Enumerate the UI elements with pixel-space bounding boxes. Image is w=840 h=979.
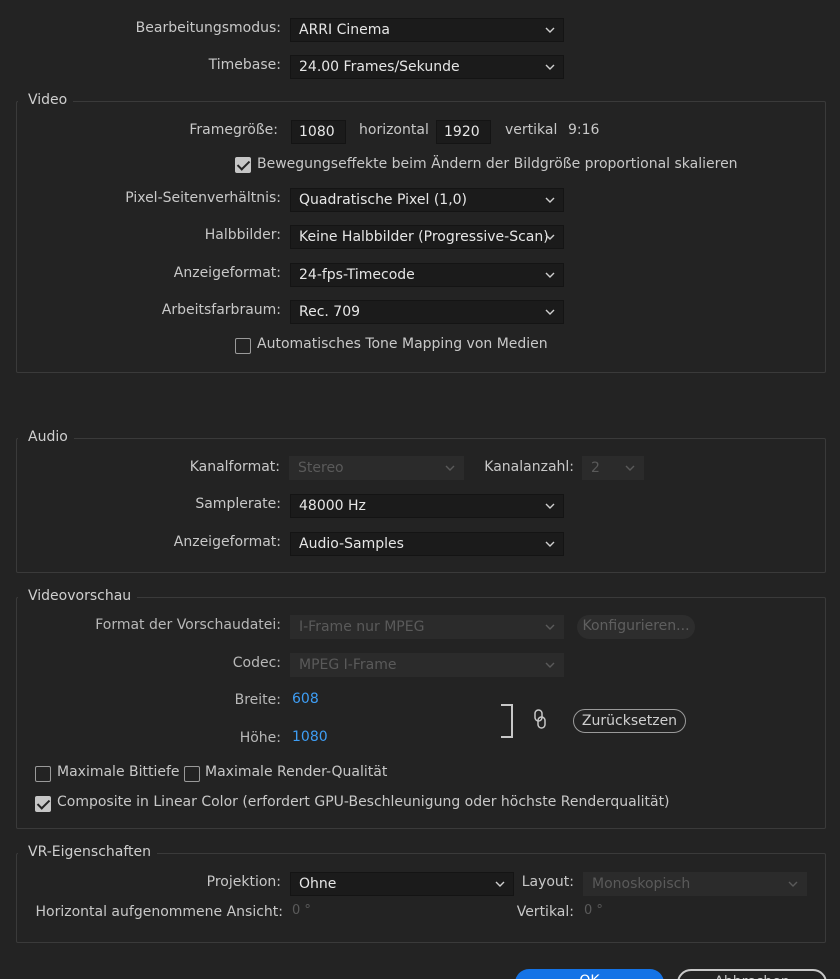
sample-rate-dropdown[interactable]: 48000 Hz: [290, 494, 564, 518]
edit-mode-value: ARRI Cinema: [299, 22, 390, 38]
chevron-down-icon: [545, 64, 555, 70]
frame-height-field[interactable]: 1920: [436, 120, 491, 144]
audio-display-format-value: Audio-Samples: [299, 536, 404, 552]
chevron-down-icon: [495, 881, 505, 887]
frame-width-field[interactable]: 1080: [291, 120, 346, 144]
chain-link-icon[interactable]: [532, 708, 548, 730]
sample-rate-label: Samplerate:: [195, 496, 281, 512]
layout-dropdown[interactable]: Monoskopisch: [583, 872, 807, 896]
max-bit-depth-label: Maximale Bittiefe: [57, 764, 180, 780]
codec-label: Codec:: [232, 655, 281, 671]
preview-width-label: Breite:: [234, 692, 281, 708]
channel-count-dropdown[interactable]: 2: [582, 456, 644, 480]
link-bracket-icon: [501, 704, 513, 738]
codec-dropdown[interactable]: MPEG I-Frame: [290, 653, 564, 677]
timebase-label: Timebase:: [208, 57, 281, 73]
frame-size-label: Framegröße:: [189, 122, 278, 138]
fields-dropdown[interactable]: Keine Halbbilder (Progressive-Scan): [290, 225, 564, 249]
timebase-value: 24.00 Frames/Sekunde: [299, 59, 460, 75]
max-render-quality-label: Maximale Render-Qualität: [205, 764, 388, 780]
layout-value: Monoskopisch: [592, 876, 691, 892]
chevron-down-icon: [545, 197, 555, 203]
display-format-value: 24-fps-Timecode: [299, 267, 415, 283]
tone-mapping-checkbox[interactable]: [235, 338, 251, 354]
color-space-value: Rec. 709: [299, 304, 361, 320]
channel-format-value: Stereo: [298, 460, 344, 476]
chevron-down-icon: [545, 309, 555, 315]
configure-button[interactable]: Konfigurieren...: [577, 615, 695, 639]
ok-button[interactable]: OK: [515, 969, 664, 979]
projection-value: Ohne: [299, 876, 337, 892]
preview-file-format-label: Format der Vorschaudatei:: [95, 617, 281, 633]
vr-group-title: VR-Eigenschaften: [18, 844, 157, 860]
vr-group: [16, 853, 826, 943]
preview-width-value[interactable]: 608: [292, 691, 319, 707]
preview-height-label: Höhe:: [239, 730, 281, 746]
channel-format-label: Kanalformat:: [189, 459, 280, 475]
chevron-down-icon: [545, 624, 555, 630]
video-preview-group-title: Videovorschau: [18, 588, 138, 604]
chevron-down-icon: [545, 27, 555, 33]
chevron-down-icon: [545, 503, 555, 509]
edit-mode-dropdown[interactable]: ARRI Cinema: [290, 18, 564, 42]
channel-format-dropdown[interactable]: Stereo: [289, 456, 464, 480]
chevron-down-icon: [545, 272, 555, 278]
preview-file-format-dropdown[interactable]: I-Frame nur MPEG: [290, 615, 564, 639]
pixel-aspect-value: Quadratische Pixel (1,0): [299, 192, 468, 208]
channel-count-label: Kanalanzahl:: [484, 459, 574, 475]
layout-label: Layout:: [521, 874, 574, 890]
scale-motion-checkbox[interactable]: [235, 157, 251, 173]
display-format-label: Anzeigeformat:: [173, 265, 281, 281]
horizontal-label: horizontal: [359, 122, 429, 138]
linear-color-label: Composite in Linear Color (erfordert GPU…: [57, 794, 670, 810]
max-bit-depth-checkbox[interactable]: [35, 766, 51, 782]
chevron-down-icon: [545, 541, 555, 547]
reset-button[interactable]: Zurücksetzen: [573, 709, 686, 733]
video-group-title: Video: [18, 92, 74, 108]
linear-color-checkbox[interactable]: [35, 796, 51, 812]
color-space-dropdown[interactable]: Rec. 709: [290, 300, 564, 324]
horizontal-view-value[interactable]: 0 °: [292, 903, 311, 918]
codec-value: MPEG I-Frame: [299, 657, 397, 673]
timebase-dropdown[interactable]: 24.00 Frames/Sekunde: [290, 55, 564, 79]
sample-rate-value: 48000 Hz: [299, 498, 366, 514]
chevron-down-icon: [445, 465, 455, 471]
pixel-aspect-dropdown[interactable]: Quadratische Pixel (1,0): [290, 188, 564, 212]
color-space-label: Arbeitsfarbraum:: [161, 302, 281, 318]
chevron-down-icon: [545, 662, 555, 668]
tone-mapping-label: Automatisches Tone Mapping von Medien: [257, 336, 548, 352]
channel-count-value: 2: [591, 460, 600, 476]
fields-label: Halbbilder:: [204, 227, 281, 243]
vertical-label: vertikal: [505, 122, 558, 138]
display-format-dropdown[interactable]: 24-fps-Timecode: [290, 263, 564, 287]
cancel-button[interactable]: Abbrechen: [677, 969, 827, 979]
scale-motion-label: Bewegungseffekte beim Ändern der Bildgrö…: [257, 156, 738, 172]
horizontal-view-label: Horizontal aufgenommene Ansicht:: [35, 904, 284, 920]
preview-file-format-value: I-Frame nur MPEG: [299, 619, 425, 635]
max-render-quality-checkbox[interactable]: [184, 766, 200, 782]
pixel-aspect-label: Pixel-Seitenverhältnis:: [125, 190, 281, 206]
chevron-down-icon: [788, 881, 798, 887]
audio-group-title: Audio: [18, 429, 74, 445]
edit-mode-label: Bearbeitungsmodus:: [135, 20, 281, 36]
fields-value: Keine Halbbilder (Progressive-Scan): [299, 229, 549, 245]
chevron-down-icon: [545, 234, 555, 240]
aspect-ratio-value: 9:16: [568, 122, 600, 138]
audio-display-format-label: Anzeigeformat:: [173, 534, 281, 550]
vertical-view-value[interactable]: 0 °: [584, 903, 603, 918]
audio-display-format-dropdown[interactable]: Audio-Samples: [290, 532, 564, 556]
chevron-down-icon: [625, 465, 635, 471]
vertical-view-label: Vertikal:: [516, 904, 574, 920]
projection-label: Projektion:: [206, 874, 281, 890]
projection-dropdown[interactable]: Ohne: [290, 872, 514, 896]
preview-height-value[interactable]: 1080: [292, 729, 328, 745]
